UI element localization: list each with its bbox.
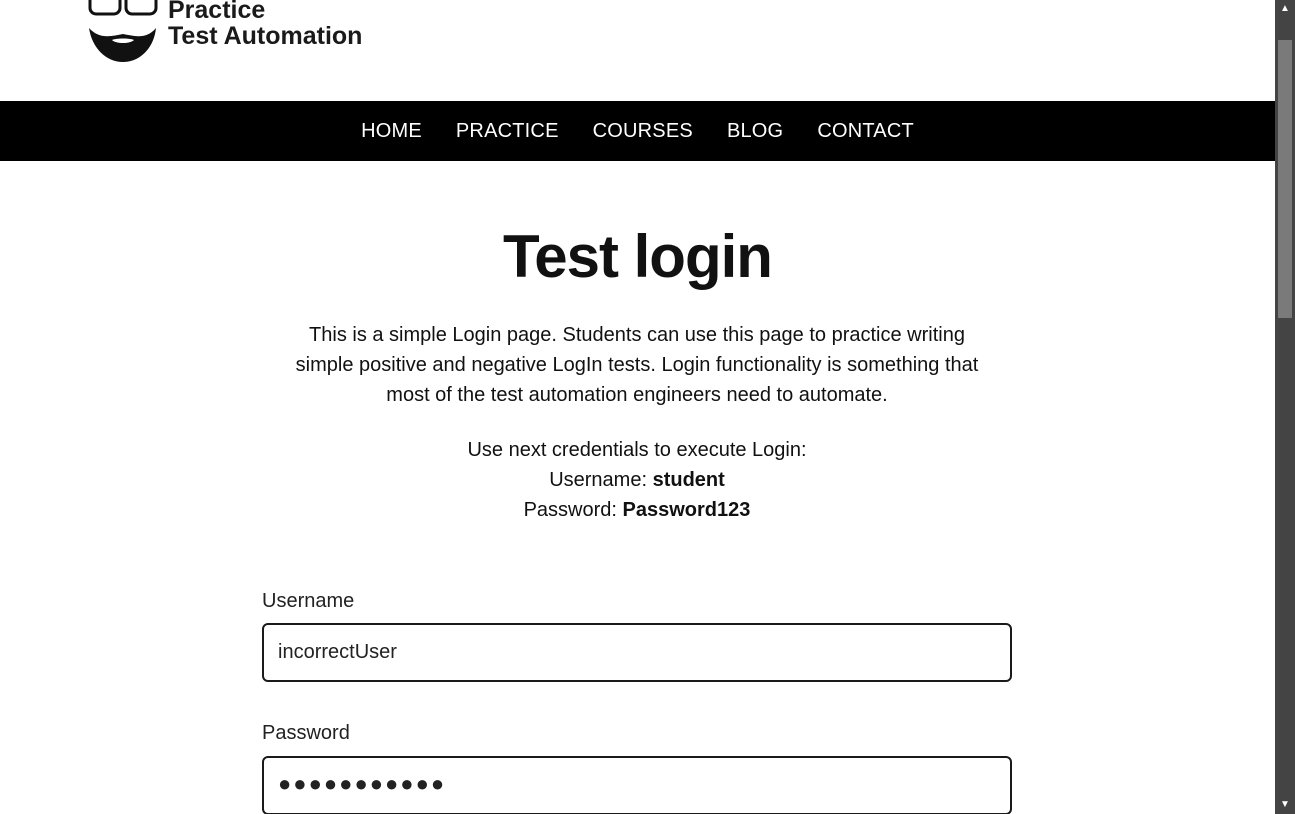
main-nav: HOME PRACTICE COURSES BLOG CONTACT [0,101,1275,161]
credentials-block: Use next credentials to execute Login: U… [286,435,988,525]
password-input[interactable]: ●●●●●●●●●●● [262,756,1012,814]
username-input[interactable]: incorrectUser [262,623,1012,682]
scroll-thumb[interactable] [1278,40,1292,318]
nav-contact[interactable]: CONTACT [800,101,931,161]
intro-text: This is a simple Login page. Students ca… [295,324,979,406]
bearded-face-icon [88,0,158,62]
nav-practice[interactable]: PRACTICE [439,101,576,161]
credentials-username-label: Username: [549,469,648,491]
page: Practice Test Automation HOME PRACTICE C… [0,0,1275,814]
scroll-down-arrow-icon[interactable]: ▼ [1275,796,1295,814]
nav-home[interactable]: HOME [344,101,439,161]
password-label: Password [262,722,350,744]
vertical-scrollbar[interactable]: ▲ ▼ [1275,0,1295,814]
page-title: Test login [503,223,773,290]
username-label: Username [262,590,355,612]
nav-courses[interactable]: COURSES [576,101,710,161]
logo-text-test-automation: Test Automation [168,22,363,50]
credentials-username: Username: student [286,465,988,495]
credentials-username-value: student [652,469,725,491]
scroll-up-arrow-icon[interactable]: ▲ [1275,0,1295,18]
credentials-heading: Use next credentials to execute Login: [467,439,807,461]
username-input-value: incorrectUser [278,641,397,663]
credentials-password-value: Password123 [622,499,751,521]
credentials-password-label: Password: [523,499,617,521]
logo[interactable]: Practice Test Automation [86,0,386,68]
password-input-value: ●●●●●●●●●●● [278,771,447,796]
nav-blog[interactable]: BLOG [710,101,800,161]
credentials-password: Password: Password123 [286,495,988,525]
